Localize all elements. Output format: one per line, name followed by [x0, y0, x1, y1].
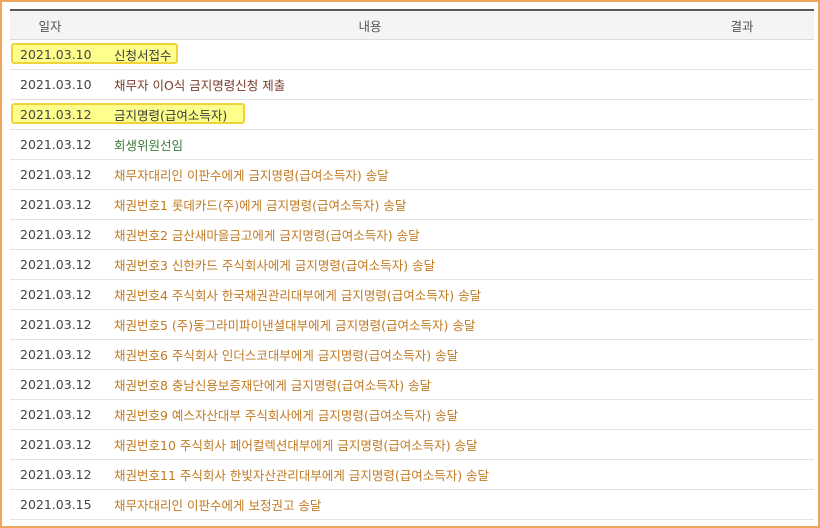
- row-date: 2021.03.10: [20, 77, 92, 92]
- table-body: 2021.03.10 신청서접수 2021.03.10 채무자 이O식 금지명령신청 …: [10, 40, 814, 520]
- row-date: 2021.03.12: [20, 287, 92, 302]
- row-date: 2021.03.10: [20, 47, 92, 62]
- row-content: 채권번호5 (주)동그라미파이낸셜대부에게 금지명령(급여소득자) 송달: [114, 318, 476, 333]
- row-date: 2021.03.12: [20, 257, 92, 272]
- table-row: 2021.03.15 채무자대리인 이판수에게 보정권고 송달: [10, 490, 814, 520]
- row-content: 신청서접수: [114, 48, 172, 63]
- row-content: 채권번호9 예스자산대부 주식회사에게 금지명령(급여소득자) 송달: [114, 408, 459, 423]
- row-content: 금지명령(급여소득자): [114, 108, 228, 123]
- row-content: 채권번호3 신한카드 주식회사에게 금지명령(급여소득자) 송달: [114, 258, 436, 273]
- case-history-table: 일자 내용 결과 2021.03.10 신청서접수 2021.03.10 채무자 이O…: [10, 9, 814, 520]
- row-date: 2021.03.12: [20, 377, 92, 392]
- row-date: 2021.03.12: [20, 167, 92, 182]
- content-frame: 일자 내용 결과 2021.03.10 신청서접수 2021.03.10 채무자 이O…: [0, 0, 820, 528]
- row-date: 2021.03.12: [20, 227, 92, 242]
- row-date: 2021.03.12: [20, 137, 92, 152]
- row-date: 2021.03.12: [20, 347, 92, 362]
- table-row: 2021.03.12 채권번호10 주식회사 페어컬렉션대부에게 금지명령(급여소…: [10, 430, 814, 460]
- table-row: 2021.03.10 채무자 이O식 금지명령신청 제출: [10, 70, 814, 100]
- header-content: 내용: [358, 18, 382, 34]
- row-date: 2021.03.15: [20, 497, 92, 512]
- row-content: 채권번호6 주식회사 인더스코대부에게 금지명령(급여소득자) 송달: [114, 348, 459, 363]
- row-content: 채권번호10 주식회사 페어컬렉션대부에게 금지명령(급여소득자) 송달: [114, 438, 478, 453]
- table-row: 2021.03.12 채권번호5 (주)동그라미파이낸셜대부에게 금지명령(급여소…: [10, 310, 814, 340]
- table-row: 2021.03.12 채무자대리인 이판수에게 금지명령(급여소득자) 송달: [10, 160, 814, 190]
- row-content: 채무자 이O식 금지명령신청 제출: [114, 78, 286, 93]
- row-content: 채권번호4 주식회사 한국채권관리대부에게 금지명령(급여소득자) 송달: [114, 288, 482, 303]
- table-row: 2021.03.12 채권번호1 롯데카드(주)에게 금지명령(급여소득자) 송달: [10, 190, 814, 220]
- table-row: 2021.03.12 채권번호11 주식회사 한빛자산관리대부에게 금지명령(급여…: [10, 460, 814, 490]
- table-row: 2021.03.12 채권번호8 충남신용보증재단에게 금지명령(급여소득자) 송…: [10, 370, 814, 400]
- row-content: 채권번호8 충남신용보증재단에게 금지명령(급여소득자) 송달: [114, 378, 432, 393]
- table-row: 2021.03.12 채권번호4 주식회사 한국채권관리대부에게 금지명령(급여소…: [10, 280, 814, 310]
- row-content: 채권번호11 주식회사 한빛자산관리대부에게 금지명령(급여소득자) 송달: [114, 468, 490, 483]
- table-header: 일자 내용 결과: [10, 11, 814, 40]
- header-result: 결과: [730, 18, 754, 34]
- table-row: 2021.03.12 회생위원선임: [10, 130, 814, 160]
- header-date: 일자: [38, 18, 62, 34]
- table-row: 2021.03.12 채권번호3 신한카드 주식회사에게 금지명령(급여소득자) …: [10, 250, 814, 280]
- row-content: 회생위원선임: [114, 138, 184, 153]
- table-row: 2021.03.12 채권번호2 금산새마을금고에게 금지명령(급여소득자) 송달: [10, 220, 814, 250]
- row-date: 2021.03.12: [20, 467, 92, 482]
- row-content: 채권번호2 금산새마을금고에게 금지명령(급여소득자) 송달: [114, 228, 420, 243]
- row-date: 2021.03.12: [20, 107, 92, 122]
- row-content: 채권번호1 롯데카드(주)에게 금지명령(급여소득자) 송달: [114, 198, 407, 213]
- row-date: 2021.03.12: [20, 317, 92, 332]
- table-row: 2021.03.10 신청서접수: [10, 40, 814, 70]
- table-row: 2021.03.12 금지명령(급여소득자): [10, 100, 814, 130]
- row-content: 채무자대리인 이판수에게 금지명령(급여소득자) 송달: [114, 168, 389, 183]
- row-date: 2021.03.12: [20, 437, 92, 452]
- row-date: 2021.03.12: [20, 407, 92, 422]
- table-row: 2021.03.12 채권번호9 예스자산대부 주식회사에게 금지명령(급여소득자…: [10, 400, 814, 430]
- table-row: 2021.03.12 채권번호6 주식회사 인더스코대부에게 금지명령(급여소득자…: [10, 340, 814, 370]
- row-date: 2021.03.12: [20, 197, 92, 212]
- row-content: 채무자대리인 이판수에게 보정권고 송달: [114, 498, 322, 513]
